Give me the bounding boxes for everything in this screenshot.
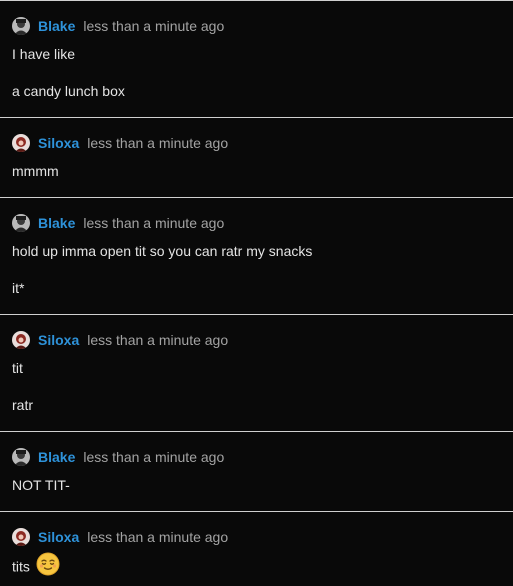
message-text: NOT TIT- [12,477,70,493]
author-name[interactable]: Siloxa [38,135,79,151]
message-text: a candy lunch box [12,83,125,99]
author-name[interactable]: Blake [38,18,75,34]
siloxa-avatar[interactable] [12,331,30,349]
author-name[interactable]: Siloxa [38,529,79,545]
blake-avatar[interactable] [12,448,30,466]
message-text: I have like [12,46,76,62]
message-text: tits [12,558,30,575]
timestamp: less than a minute ago [87,135,229,151]
message-header: Blake less than a minute ago [12,213,224,233]
message-item: Siloxa less than a minute ago tit ratr [0,314,513,431]
timestamp: less than a minute ago [87,332,229,348]
message-header: Siloxa less than a minute ago [12,330,228,350]
blake-avatar[interactable] [12,214,30,232]
message-header: Siloxa less than a minute ago [12,527,228,547]
message-text: mmmm [12,163,59,179]
message-item: Blake less than a minute ago NOT TIT- [0,431,513,511]
timestamp: less than a minute ago [83,449,225,465]
siloxa-avatar[interactable] [12,528,30,546]
message-text: tit [12,360,23,376]
message-header: Siloxa less than a minute ago [12,133,228,153]
message-text: hold up imma open tit so you can ratr my… [12,243,313,259]
smiling-relieved-face-icon [36,552,60,580]
timestamp: less than a minute ago [83,215,225,231]
message-header: Blake less than a minute ago [12,447,224,467]
message-item: Blake less than a minute ago I have like… [0,0,513,117]
author-name[interactable]: Siloxa [38,332,79,348]
message-item: Siloxa less than a minute ago tits [0,511,513,586]
message-item: Siloxa less than a minute ago mmmm [0,117,513,197]
message-header: Blake less than a minute ago [12,16,224,36]
author-name[interactable]: Blake [38,449,75,465]
blake-avatar[interactable] [12,17,30,35]
timestamp: less than a minute ago [87,529,229,545]
siloxa-avatar[interactable] [12,134,30,152]
message-text: it* [12,280,25,296]
timestamp: less than a minute ago [83,18,225,34]
author-name[interactable]: Blake [38,215,75,231]
message-text: ratr [12,397,33,413]
message-feed[interactable]: Blake less than a minute ago I have like… [0,0,513,586]
message-item: Blake less than a minute ago hold up imm… [0,197,513,314]
message-text-row: tits [12,552,60,580]
